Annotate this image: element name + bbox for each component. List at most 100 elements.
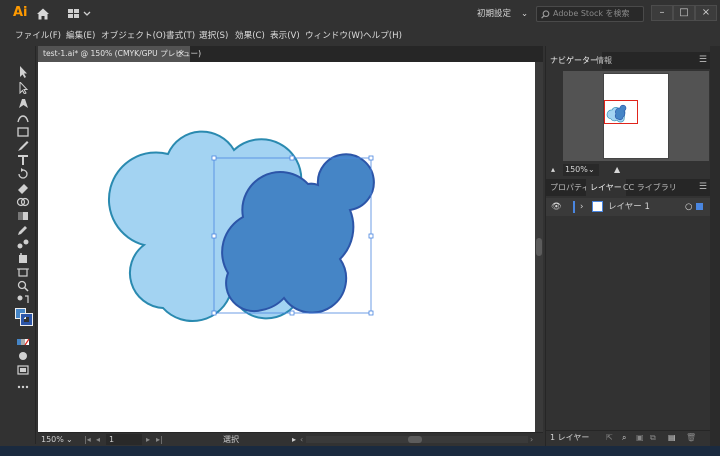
export-icon[interactable]: ⇱ [606,431,613,445]
eyedropper-tool-icon[interactable] [16,224,30,236]
right-panel-dock: ナビゲーター 情報 ☰ ▴ 150% ⌄ ▲ プロパティ レイヤー CC ライブ… [545,46,711,446]
artwork [107,130,375,322]
workspace-selector[interactable]: 初期設定 ⌄ [477,7,529,21]
horizontal-scrollbar[interactable] [306,436,528,443]
vertical-scroll-thumb[interactable] [536,238,542,256]
maximize-button[interactable]: □ [673,5,695,21]
menu-object[interactable]: オブジェクト(O) [101,29,166,43]
layers-panel-footer: 1 レイヤー ⇱ ⌕ ▣ ⧉ ▤ 🗑 [546,430,711,444]
minimize-button[interactable]: – [651,5,673,21]
vertical-scrollbar[interactable] [535,62,543,432]
workspace-label: 初期設定 [477,9,512,19]
layer-name[interactable]: レイヤー 1 [608,198,650,216]
stock-search-input[interactable]: Adobe Stock を検索 [536,6,644,22]
layer-count: 1 レイヤー [550,433,590,442]
canvas-area[interactable] [38,62,535,432]
screen-mode-icon[interactable] [16,364,30,376]
layer-thumbnail [592,201,603,212]
status-bar: 150% ⌄ |◂ ◂ 1 ▸ ▸| 選択 ▸ ‹ › [38,432,543,446]
menu-view[interactable]: 表示(V) [270,29,300,43]
home-icon[interactable] [36,7,50,21]
eraser-tool-icon[interactable] [16,182,30,194]
expand-layer-icon[interactable]: › [580,198,583,216]
symbol-sprayer-tool-icon[interactable] [16,252,30,264]
search-icon [541,10,550,19]
panel-menu-icon[interactable]: ☰ [699,182,707,192]
stock-search-placeholder: Adobe Stock を検索 [553,9,630,18]
document-tab-bar: test-1.ai* @ 150% (CMYK/GPU プレビュー) × [38,46,543,62]
navigator-view-box[interactable] [604,100,638,124]
close-icon: × [701,7,711,18]
chevron-down-icon[interactable]: ⌄ [66,433,73,446]
layers-panel-tabs: プロパティ レイヤー CC ライブラリ ☰ [546,179,711,196]
type-tool-icon[interactable] [16,154,30,166]
rectangle-tool-icon[interactable] [16,126,30,138]
tab-cc-libraries[interactable]: CC ライブラリ [619,179,681,196]
menu-edit[interactable]: 編集(E) [66,29,95,43]
tab-info[interactable]: 情報 [592,52,616,69]
desktop-taskbar-edge [0,446,720,456]
search-layer-icon[interactable]: ⌕ [622,431,626,445]
new-layer-icon[interactable]: ▤ [668,431,676,445]
chevron-down-icon: ⌄ [521,9,529,19]
menu-select[interactable]: 選択(S) [199,29,228,43]
panel-dock-edge [710,46,720,446]
last-artboard-icon[interactable]: ▸| [156,433,163,446]
direct-selection-tool-icon[interactable] [16,82,30,94]
menu-type[interactable]: 書式(T) [166,29,195,43]
artboard-number-input[interactable]: 1 [106,434,142,445]
more-tools-icon[interactable] [16,381,30,393]
blend-tool-icon[interactable] [16,238,30,250]
make-clip-mask-icon[interactable]: ▣ [636,431,644,445]
panel-menu-icon[interactable]: ☰ [699,55,707,65]
layer-row[interactable]: 👁 › レイヤー 1 ○ [546,198,711,216]
maximize-icon: □ [679,7,689,18]
scroll-left-icon[interactable]: ‹ [300,433,303,446]
target-icon[interactable]: ○ [685,198,692,216]
delete-layer-icon[interactable]: 🗑 [686,431,696,445]
artboard[interactable] [38,62,535,432]
gradient-tool-icon[interactable] [16,210,30,222]
visibility-eye-icon[interactable]: 👁 [551,198,562,216]
navigator-preview[interactable] [563,71,709,161]
swap-fill-stroke-icon[interactable] [16,294,30,306]
app-logo: Ai [13,5,28,20]
selection-tool-icon[interactable] [16,66,30,78]
pen-tool-icon[interactable] [16,97,30,109]
draw-mode-icon[interactable] [16,350,30,362]
paintbrush-tool-icon[interactable] [16,140,30,152]
scroll-right-icon[interactable]: › [530,433,533,446]
zoom-tool-icon[interactable] [16,280,30,292]
menu-effect[interactable]: 効果(C) [235,29,265,43]
document-tab[interactable]: test-1.ai* @ 150% (CMYK/GPU プレビュー) × [38,46,201,62]
close-document-icon[interactable]: × [177,46,185,62]
tools-panel [10,46,36,444]
chevron-down-icon[interactable]: ⌄ [588,163,595,177]
close-window-button[interactable]: × [695,5,717,21]
horizontal-scroll-thumb[interactable] [408,436,422,443]
menu-help[interactable]: ヘルプ(H) [363,29,402,43]
menu-file[interactable]: ファイル(F) [15,29,61,43]
next-artboard-icon[interactable]: ▸ [146,433,150,446]
first-artboard-icon[interactable]: |◂ [84,433,91,446]
zoom-out-icon[interactable]: ▴ [551,163,555,177]
workspace-switcher-icon[interactable] [67,8,93,20]
minimize-icon: – [659,7,665,18]
stroke-swatch[interactable] [20,313,33,326]
rotate-tool-icon[interactable] [16,168,30,180]
status-arrow-icon[interactable]: ▸ [292,433,296,446]
previous-artboard-icon[interactable]: ◂ [96,433,100,446]
color-mode-icon[interactable] [16,336,30,348]
new-sublayer-icon[interactable]: ⧉ [650,431,656,445]
status-current-tool: 選択 [223,435,239,444]
zoom-in-icon[interactable]: ▲ [614,163,620,177]
selection-indicator-icon[interactable] [696,203,703,210]
navigator-zoom-row: ▴ 150% ⌄ ▲ [546,163,711,177]
layer-color-bar [573,201,575,213]
menu-window[interactable]: ウィンドウ(W) [305,29,363,43]
title-bar: Ai 初期設定 ⌄ Adobe Stock を検索 – □ × [0,0,720,28]
navigator-page-thumbnail [603,73,669,159]
shape-builder-tool-icon[interactable] [16,196,30,208]
curvature-tool-icon[interactable] [16,112,30,124]
artboard-tool-icon[interactable] [16,266,30,278]
